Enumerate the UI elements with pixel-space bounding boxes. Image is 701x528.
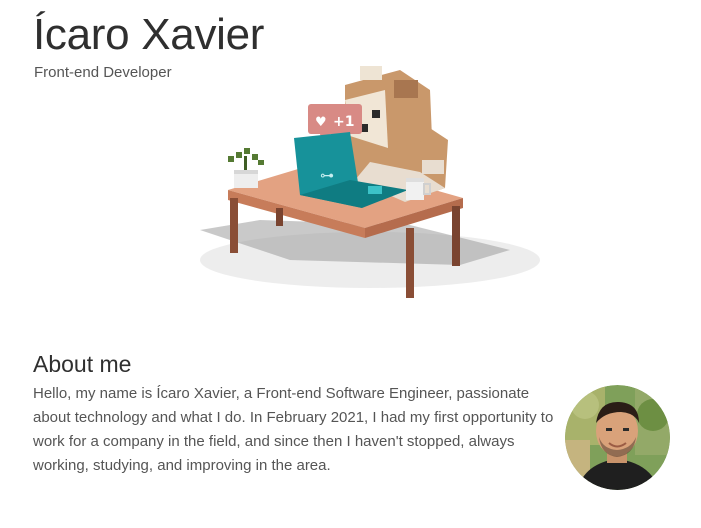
about-paragraph: Hello, my name is Ícaro Xavier, a Front-…	[33, 385, 554, 474]
page-title: Ícaro Xavier	[33, 10, 265, 59]
svg-text:⊶: ⊶	[320, 168, 334, 184]
about-heading: About me	[33, 351, 132, 377]
like-badge-text: +1	[333, 114, 354, 130]
profile-avatar	[565, 385, 670, 490]
svg-text:♥: ♥	[315, 115, 327, 130]
voxel-dog-illustration: ♥ +1 ⊶	[200, 66, 540, 298]
